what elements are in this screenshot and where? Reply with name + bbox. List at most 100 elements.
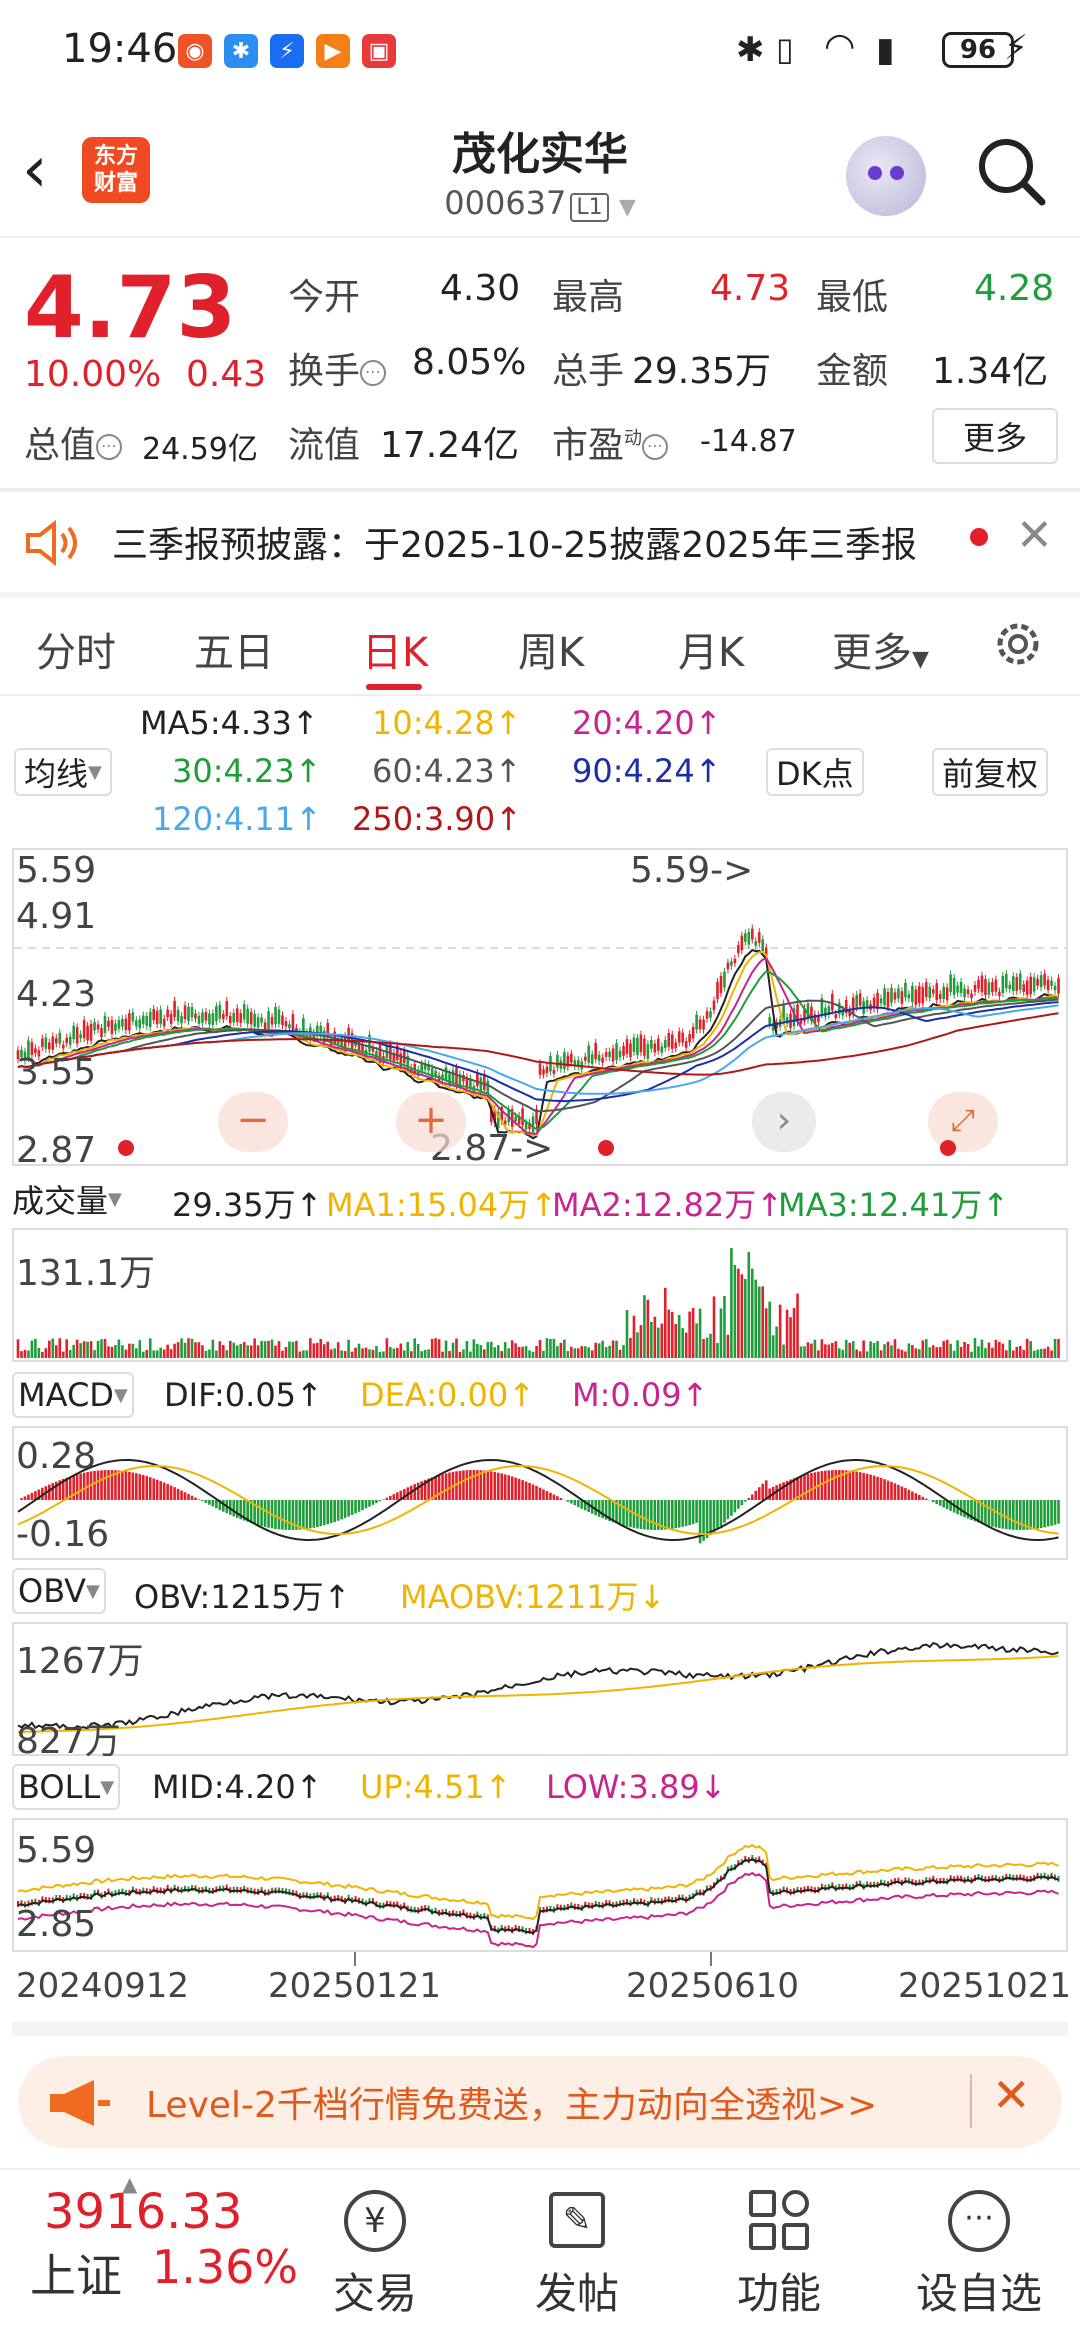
macd-bar: [124, 1471, 128, 1500]
macd-panel[interactable]: [12, 1426, 1068, 1560]
volume-bar: [472, 1339, 476, 1358]
candle: [159, 1009, 162, 1024]
volume-panel[interactable]: [12, 1228, 1068, 1362]
volume-bar: [862, 1340, 865, 1358]
candle: [893, 992, 897, 1000]
macd-bar: [897, 1484, 900, 1500]
candle: [455, 1067, 458, 1086]
candle: [486, 1080, 490, 1094]
candle: [594, 1042, 597, 1060]
ma250-legend: 250:3.90↑: [352, 800, 522, 838]
volume-bar: [493, 1347, 497, 1358]
candle: [768, 1017, 771, 1025]
candle: [1057, 978, 1060, 994]
volume-bar: [201, 1345, 204, 1358]
volume-label: 总手: [552, 351, 625, 392]
volume-selector[interactable]: 成交量 ▼: [12, 1176, 122, 1222]
macd-bar: [872, 1475, 876, 1500]
macd-bar: [329, 1500, 333, 1524]
float-label: 流值: [288, 425, 361, 466]
macd-bar: [197, 1499, 201, 1500]
tab-fenshi[interactable]: 分时: [36, 620, 116, 678]
candle: [476, 1073, 479, 1087]
macd-bar: [622, 1500, 625, 1526]
macd-bar: [281, 1500, 284, 1530]
boll-panel[interactable]: [12, 1818, 1068, 1952]
obv-selector[interactable]: OBV ▼: [12, 1568, 106, 1614]
level2-promo-banner[interactable]: Level-2千档行情免费送，主力动向全透视>> ✕: [18, 2056, 1062, 2148]
macd-bar: [187, 1493, 190, 1500]
obv-panel[interactable]: [12, 1622, 1068, 1756]
tab-zhouk[interactable]: 周K: [518, 620, 584, 678]
macd-bar: [201, 1500, 204, 1502]
volume-bar: [222, 1345, 225, 1358]
notice-bar[interactable]: 三季报预披露：于2025-10-25披露2025年三季报 ✕: [0, 492, 1080, 592]
y-tick-label: 3.55: [16, 1052, 97, 1093]
fullscreen-icon[interactable]: ⤢: [928, 1092, 998, 1152]
assistant-avatar-icon[interactable]: [846, 136, 926, 216]
volume-bar: [103, 1338, 107, 1358]
obv-legend: OBV:1215万↑: [134, 1578, 351, 1616]
boll-selector[interactable]: BOLL ▼: [12, 1764, 121, 1810]
bluetooth-app-icon: ✱: [224, 34, 258, 68]
candle: [201, 1012, 204, 1023]
tab-wuri[interactable]: 五日: [194, 620, 274, 678]
candle: [121, 1019, 124, 1027]
volume-bar: [469, 1351, 472, 1358]
dk-point-button[interactable]: DK点: [766, 748, 864, 796]
macd-bar: [322, 1500, 326, 1526]
macd-bar: [879, 1477, 883, 1500]
zoom-out-button[interactable]: −: [218, 1092, 288, 1152]
volume-bar: [455, 1338, 458, 1358]
chevron-right-icon[interactable]: ›: [752, 1092, 816, 1152]
wifi-icon: ◠: [824, 26, 856, 67]
volume-bar: [949, 1343, 952, 1358]
macd-bar: [712, 1500, 716, 1533]
nav-trade[interactable]: ¥ 交易: [320, 2190, 430, 2321]
info-icon: ⋯: [360, 360, 387, 386]
candle: [935, 983, 939, 1001]
index-change[interactable]: 1.36%: [152, 2240, 298, 2294]
close-icon[interactable]: ✕: [992, 2068, 1031, 2122]
search-icon[interactable]: [976, 136, 1046, 206]
candle: [194, 1013, 197, 1019]
candle: [545, 1066, 549, 1073]
nav-functions[interactable]: 功能: [724, 2190, 834, 2321]
nav-watchlist[interactable]: ⋯ 设自选: [904, 2190, 1054, 2321]
candle: [761, 939, 765, 952]
nav-post[interactable]: ✎ 发帖: [522, 2190, 632, 2321]
settings-gear-icon[interactable]: [990, 616, 1046, 672]
tab-rik[interactable]: 日K: [362, 620, 428, 678]
signal-dot: [598, 1140, 614, 1156]
index-name[interactable]: 上证: [30, 2240, 122, 2306]
candle: [444, 1067, 448, 1080]
volume-bar: [357, 1343, 361, 1358]
kline-chart-panel[interactable]: [12, 848, 1068, 1166]
close-icon[interactable]: ✕: [1016, 510, 1053, 561]
macd-bar: [639, 1500, 643, 1530]
volume-bar: [253, 1338, 256, 1358]
macd-bar: [288, 1500, 291, 1530]
macd-bar: [730, 1500, 733, 1516]
ma-selector[interactable]: 均线 ▼: [14, 748, 112, 796]
market-badge: L1: [570, 193, 609, 222]
tab-yuek[interactable]: 月K: [678, 620, 744, 678]
volume-bar: [319, 1339, 323, 1358]
candle: [914, 989, 918, 1005]
candle: [1053, 985, 1057, 991]
banner-text: Level-2千档行情免费送，主力动向全透视>>: [146, 2085, 878, 2126]
zoom-in-button[interactable]: +: [396, 1092, 466, 1152]
candle: [41, 1038, 44, 1047]
macd-selector[interactable]: MACD ▼: [12, 1372, 134, 1418]
tab-more[interactable]: 更多▼: [832, 620, 929, 678]
volume-bar: [535, 1345, 538, 1358]
volume-bar: [684, 1332, 688, 1358]
candle: [68, 1036, 72, 1045]
macd-bar: [768, 1488, 771, 1500]
volume-bar: [897, 1348, 900, 1358]
volume-bar: [970, 1351, 973, 1358]
volume-bar: [771, 1335, 775, 1358]
price-adjust-button[interactable]: 前复权: [932, 748, 1049, 796]
more-quote-button[interactable]: 更多: [932, 408, 1058, 464]
index-value[interactable]: 3916.33: [44, 2184, 243, 2240]
